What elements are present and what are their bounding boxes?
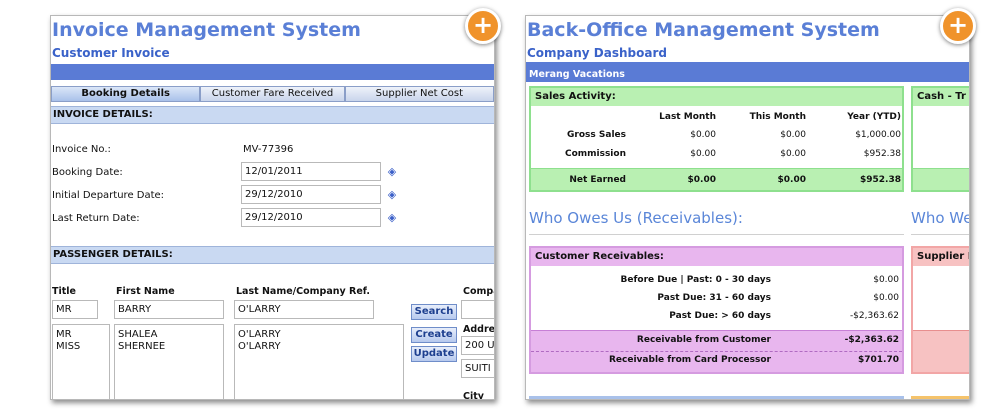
tab-customer-fare-received[interactable]: Customer Fare Received — [200, 86, 345, 102]
receivables-title: Who Owes Us (Receivables): — [529, 209, 743, 227]
supplier-totals — [913, 330, 969, 372]
last-name-input[interactable]: O'LARRY — [234, 300, 374, 319]
address-line2-input[interactable]: SUITI — [461, 359, 494, 378]
invoice-details-header: INVOICE DETAILS: — [51, 106, 494, 124]
dashed-divider — [531, 351, 902, 352]
calendar-icon[interactable]: ◈ — [386, 189, 398, 201]
col-last-month: Last Month — [659, 112, 716, 122]
company-input[interactable] — [461, 300, 494, 319]
customer-receivables-header: Customer Receivables: — [531, 248, 902, 266]
tab-bar: Booking Details Customer Fare Received S… — [51, 86, 494, 102]
back-office-panel: Back-Office Management System Company Da… — [525, 15, 970, 400]
sales-activity-header: Sales Activity: — [531, 88, 902, 106]
cash-header: Cash - Tr — [913, 88, 969, 106]
customer-receivables-card: Customer Receivables: Before Due | Past:… — [529, 246, 904, 374]
app-title: Invoice Management System — [52, 19, 361, 41]
gross-sales-last: $0.00 — [690, 130, 716, 140]
update-button[interactable]: Update — [411, 346, 457, 362]
create-button[interactable]: Create — [411, 327, 457, 343]
first-name-input[interactable]: BARRY — [114, 300, 224, 319]
commission-label: Commission — [564, 149, 626, 159]
cash-total-row — [913, 168, 969, 190]
address-label: Addre — [463, 324, 495, 335]
net-earned-row: Net Earned $0.00 $0.00 $952.38 — [531, 168, 902, 190]
departure-date-label: Initial Departure Date: — [52, 190, 165, 201]
calendar-icon[interactable]: ◈ — [386, 212, 398, 224]
app-title: Back-Office Management System — [527, 19, 880, 41]
col-last-name-header: Last Name/Company Ref. — [236, 286, 370, 297]
calendar-icon[interactable]: ◈ — [386, 166, 398, 178]
receivable-customer-label: Receivable from Customer — [636, 335, 771, 345]
return-date-label: Last Return Date: — [52, 213, 140, 224]
divider — [529, 234, 904, 235]
first-name-list[interactable]: SHALEA SHERNEE — [114, 324, 224, 399]
next-card-top — [529, 396, 904, 399]
net-earned-year: $952.38 — [860, 175, 901, 185]
departure-date-field[interactable]: 29/12/2010 — [241, 185, 381, 204]
return-date-field[interactable]: 29/12/2010 — [241, 208, 381, 227]
col-title-header: Title — [52, 286, 76, 297]
receivable-totals: Receivable from Customer -$2,363.62 Rece… — [531, 330, 902, 372]
receivable-processor-label: Receivable from Card Processor — [609, 355, 771, 365]
col-first-name-header: First Name — [116, 286, 175, 297]
last-name-list[interactable]: O'LARRY O'LARRY — [234, 324, 404, 399]
sales-activity-card: Sales Activity: Last Month This Month Ye… — [529, 86, 904, 192]
past-due-60-plus-label: Past Due: > 60 days — [669, 311, 771, 321]
invoice-no-label: Invoice No.: — [52, 144, 111, 155]
col-this-month: This Month — [749, 112, 806, 122]
booking-date-label: Booking Date: — [52, 167, 123, 178]
title-list[interactable]: MR MISS — [52, 324, 110, 399]
expand-plus-icon[interactable]: + — [465, 8, 501, 44]
before-due-value: $0.00 — [873, 275, 899, 285]
invoice-management-panel: Invoice Management System Customer Invoi… — [50, 15, 495, 400]
commission-year: $952.38 — [863, 149, 901, 159]
past-due-31-60-label: Past Due: 31 - 60 days — [657, 293, 771, 303]
net-earned-this: $0.00 — [777, 175, 806, 185]
gross-sales-year: $1,000.00 — [855, 130, 901, 140]
search-button[interactable]: Search — [411, 304, 457, 320]
city-label: City — [463, 391, 484, 400]
past-due-60-plus-value: -$2,363.62 — [849, 311, 899, 321]
receivable-customer-value: -$2,363.62 — [844, 335, 899, 345]
tab-booking-details[interactable]: Booking Details — [51, 86, 201, 102]
col-year-ytd: Year (YTD) — [847, 112, 901, 122]
passenger-details-header: PASSENGER DETAILS: — [51, 246, 494, 264]
net-earned-last: $0.00 — [687, 175, 716, 185]
supplier-payables-card: Supplier P — [911, 246, 969, 374]
next-card-top — [911, 396, 969, 399]
tab-supplier-net-cost[interactable]: Supplier Net Cost — [344, 86, 494, 102]
supplier-header: Supplier P — [913, 248, 969, 266]
receivable-processor-value: $701.70 — [858, 355, 899, 365]
invoice-no-value: MV-77396 — [243, 144, 294, 155]
past-due-31-60-value: $0.00 — [873, 293, 899, 303]
commission-last: $0.00 — [690, 149, 716, 159]
header-bar — [51, 64, 494, 80]
net-earned-label: Net Earned — [569, 175, 626, 185]
commission-this: $0.00 — [780, 149, 806, 159]
company-name-bar: Merang Vacations — [526, 68, 969, 82]
divider — [911, 234, 969, 235]
expand-plus-icon[interactable]: + — [940, 8, 976, 44]
gross-sales-label: Gross Sales — [567, 130, 626, 140]
page-subtitle: Company Dashboard — [527, 46, 667, 60]
page-subtitle: Customer Invoice — [52, 46, 170, 60]
booking-date-field[interactable]: 12/01/2011 — [241, 162, 381, 181]
payables-title: Who We — [911, 209, 970, 227]
title-input[interactable]: MR — [52, 300, 98, 319]
col-company-header: Compa — [463, 286, 494, 297]
address-line1-input[interactable]: 200 U — [461, 336, 494, 355]
cash-card: Cash - Tr — [911, 86, 969, 192]
before-due-label: Before Due | Past: 0 - 30 days — [620, 275, 771, 285]
gross-sales-this: $0.00 — [780, 130, 806, 140]
